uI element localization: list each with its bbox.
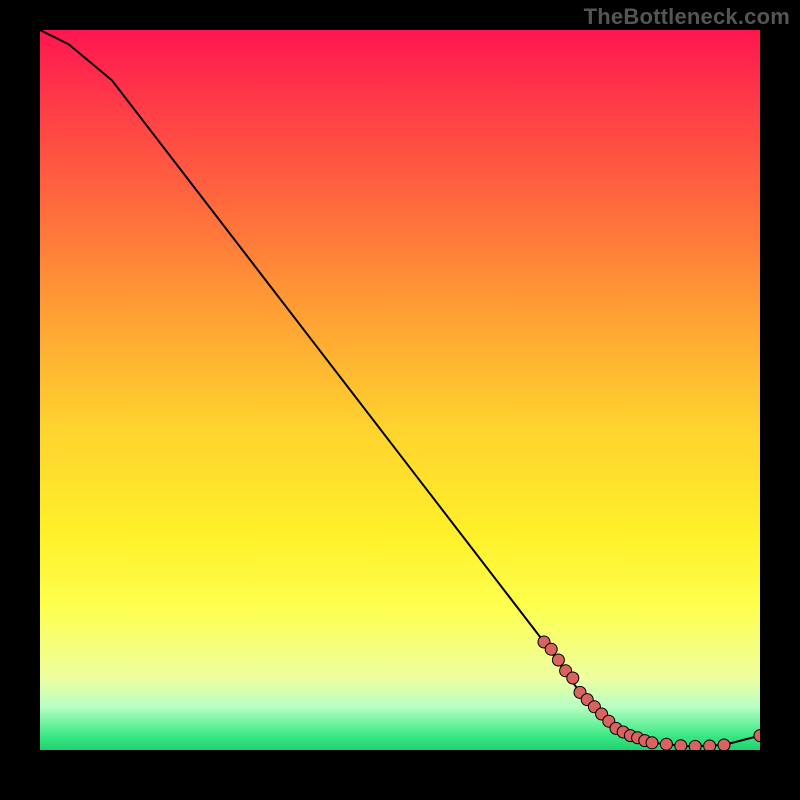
highlight-point: [718, 739, 730, 750]
highlight-point: [646, 737, 658, 749]
plot-area: [40, 30, 760, 750]
highlight-point: [704, 740, 716, 750]
curve-layer: [40, 30, 760, 750]
highlight-point: [660, 738, 672, 750]
highlight-points-group: [538, 636, 760, 750]
highlight-point: [675, 740, 687, 750]
highlight-point: [754, 730, 760, 742]
highlight-point: [689, 740, 701, 750]
bottleneck-curve: [40, 30, 760, 746]
highlight-point: [545, 643, 557, 655]
watermark-text: TheBottleneck.com: [584, 4, 790, 30]
highlight-point: [552, 654, 564, 666]
highlight-point: [567, 672, 579, 684]
chart-frame: TheBottleneck.com: [0, 0, 800, 800]
